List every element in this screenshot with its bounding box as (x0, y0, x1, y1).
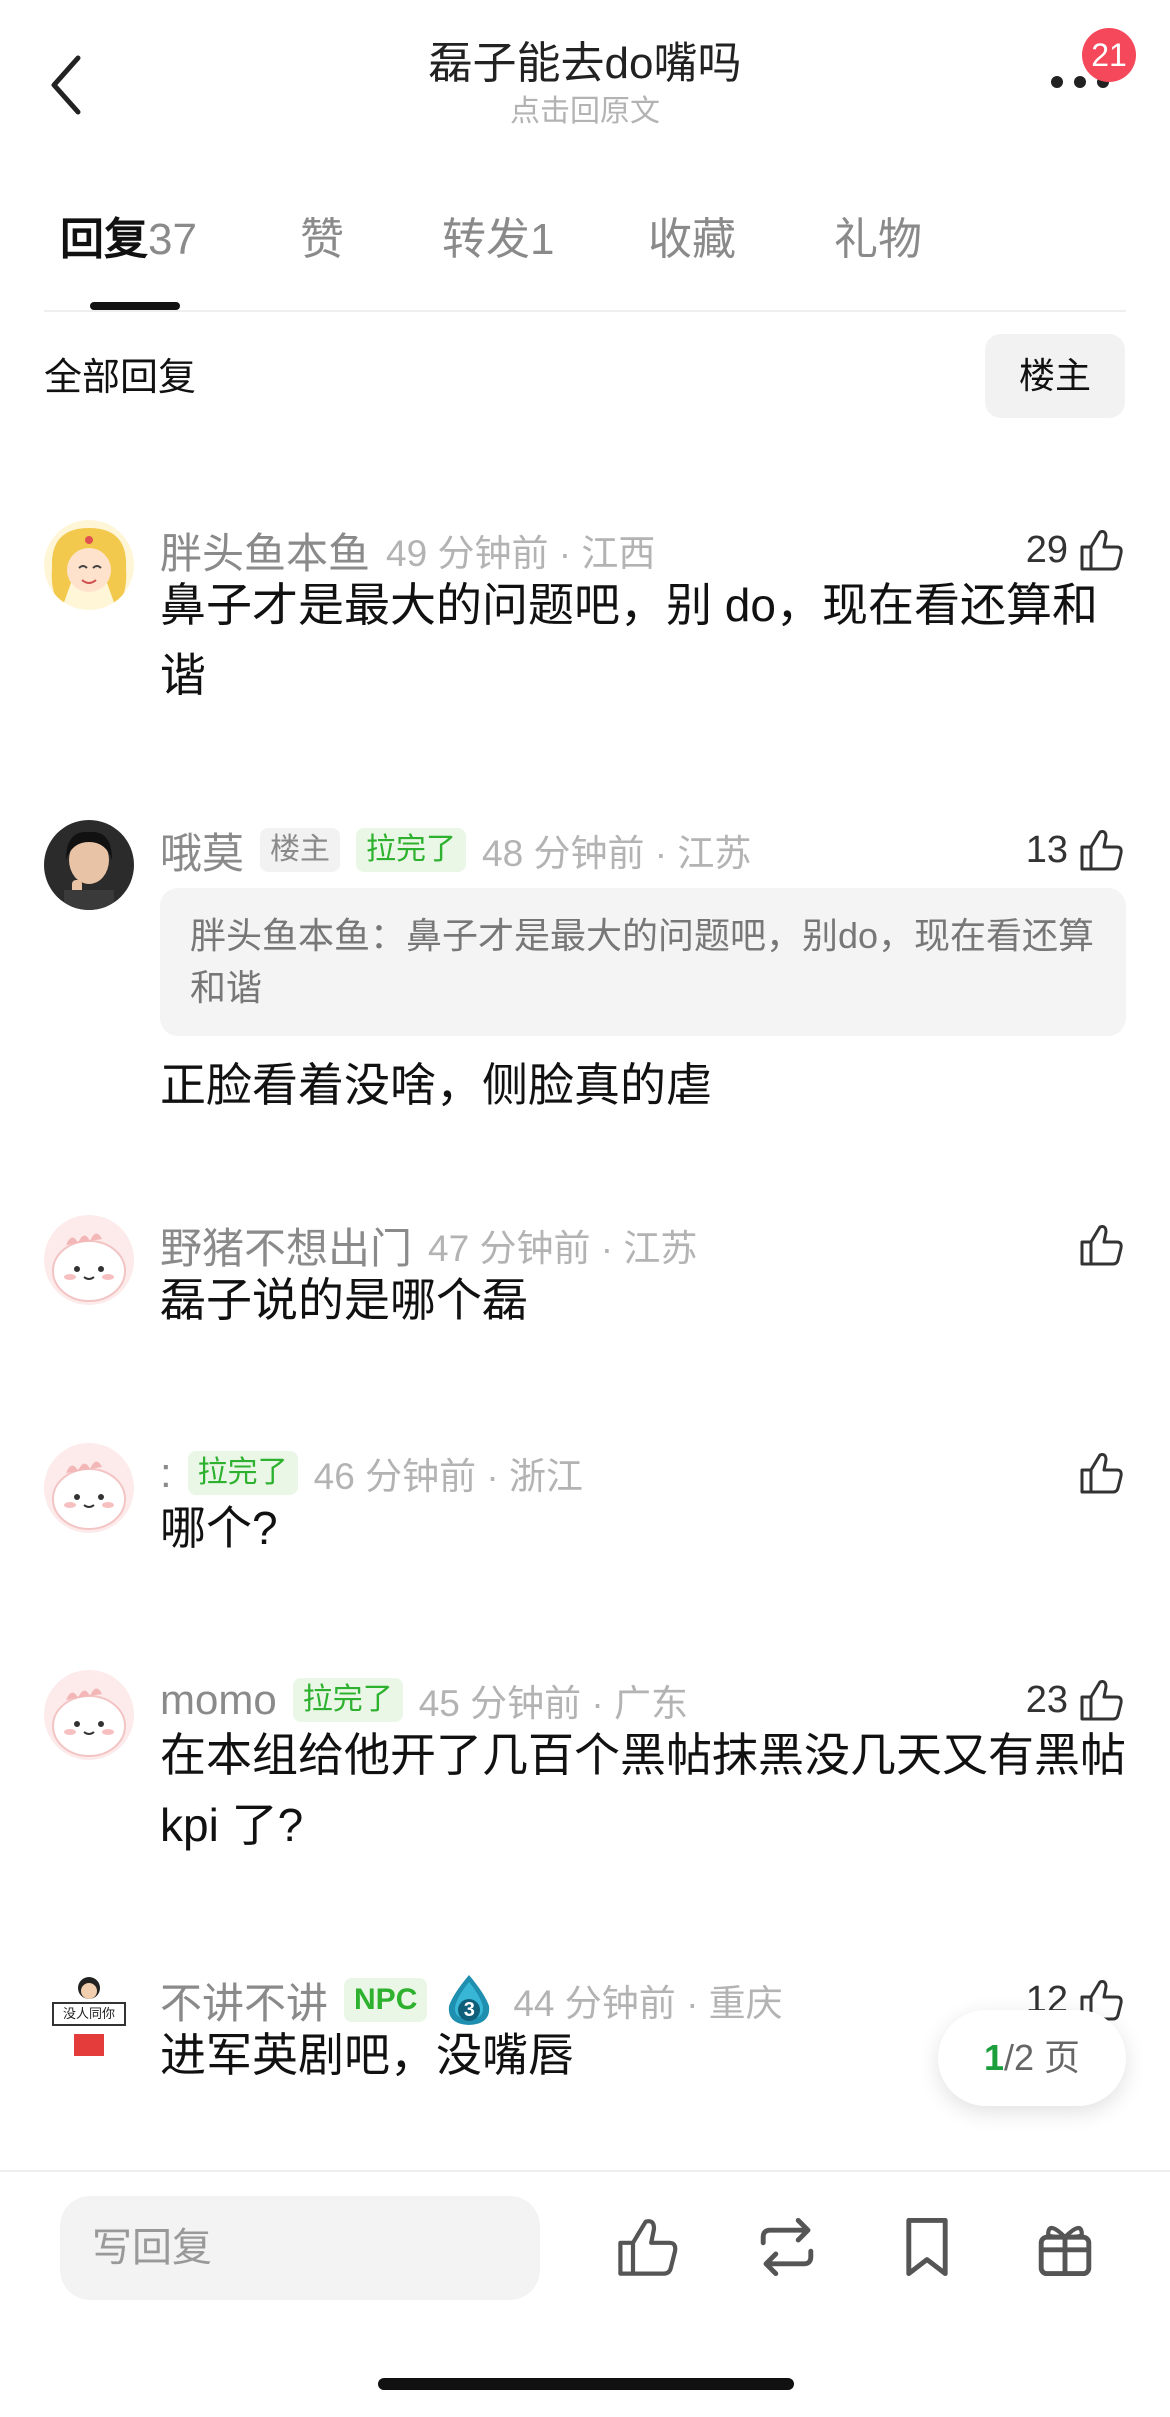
tab-replies[interactable]: 回复37 (60, 210, 197, 270)
current-page: 1 (983, 2037, 1004, 2078)
avatar[interactable] (44, 520, 134, 610)
like-button[interactable]: 13 (1026, 820, 1126, 880)
level-number: 3 (463, 1999, 475, 2021)
tab-label: 礼物 (834, 215, 922, 264)
user-tag-badge: 拉完了 (292, 1678, 403, 1722)
avatar[interactable]: 没人同你 (44, 1970, 134, 2060)
thumbs-up-icon (1080, 1453, 1123, 1494)
comment-time-location: 46 分钟前 · 浙江 (313, 1456, 583, 1497)
tab-likes[interactable]: 赞 (300, 210, 344, 270)
comment-time-location: 45 分钟前 · 广东 (418, 1683, 689, 1724)
top-nav-bar: 磊子能去do嘴吗 点击回原文 21 (0, 0, 1170, 150)
like-count: 13 (1025, 828, 1068, 871)
bookmark-icon[interactable] (892, 2212, 962, 2282)
page-title: 磊子能去do嘴吗 (428, 39, 742, 88)
active-tab-indicator (90, 302, 180, 310)
user-tag-badge: 拉完了 (356, 828, 467, 872)
tab-label: 赞 (300, 215, 344, 264)
comment-text: 磊子说的是哪个磊 (160, 1274, 528, 1326)
tab-favorites[interactable]: 收藏 (648, 210, 736, 270)
avatar[interactable] (44, 1215, 134, 1305)
page-indicator[interactable]: 1/2 页 (938, 2010, 1126, 2106)
commenter-name[interactable]: momo (160, 1676, 277, 1724)
tab-label: 收藏 (648, 215, 736, 264)
op-badge: 楼主 (260, 828, 341, 872)
tab-label: 转发 (442, 215, 530, 264)
thumbs-up-icon (1080, 1225, 1123, 1266)
notification-badge: 21 (1082, 28, 1136, 82)
tab-bar: 回复37 赞 转发1 收藏 礼物 (0, 190, 1170, 310)
tab-reposts[interactable]: 转发1 (442, 210, 554, 270)
reply-input[interactable]: 写回复 (60, 2196, 540, 2300)
bottom-bar-divider (0, 2170, 1170, 2172)
op-only-filter-button[interactable]: 楼主 (985, 334, 1125, 418)
comment-text: 哪个? (160, 1502, 278, 1554)
thumbs-up-icon (1080, 1680, 1123, 1721)
avatar-sign-text: 没人同你 (52, 2002, 126, 2026)
avatar[interactable] (44, 820, 134, 910)
repost-icon[interactable] (752, 2212, 822, 2282)
comment-text: 鼻子才是最大的问题吧，别 do，现在看还算和谐 (160, 579, 1098, 701)
tab-gifts[interactable]: 礼物 (834, 210, 922, 270)
tab-count: 37 (148, 215, 197, 264)
back-arrow-icon[interactable] (44, 50, 88, 120)
comment-time-location: 47 分钟前 · 江苏 (428, 1228, 698, 1269)
npc-badge: NPC (344, 1978, 428, 2022)
like-count: 29 (1025, 528, 1068, 571)
gift-icon[interactable] (1030, 2212, 1100, 2282)
commenter-name[interactable]: : (160, 1449, 172, 1497)
comment-time-location: 49 分钟前 · 江西 (386, 533, 656, 574)
avatar[interactable] (44, 1443, 134, 1533)
comment-time-location: 48 分钟前 · 江苏 (482, 833, 752, 874)
tab-divider (44, 310, 1126, 312)
commenter-name[interactable]: 哦莫 (160, 820, 244, 881)
back-to-original-link[interactable]: 点击回原文 (285, 92, 885, 132)
all-replies-filter[interactable]: 全部回复 (44, 350, 196, 406)
thumbs-up-icon (1080, 530, 1123, 571)
like-post-icon[interactable] (612, 2212, 682, 2282)
home-indicator[interactable] (378, 2378, 794, 2390)
like-count: 23 (1025, 1678, 1068, 1721)
user-tag-badge: 拉完了 (187, 1451, 298, 1495)
post-title-button[interactable]: 磊子能去do嘴吗 点击回原文 (285, 36, 885, 132)
avatar[interactable] (44, 1670, 134, 1760)
comment-time-location: 44 分钟前 · 重庆 (513, 1983, 783, 2024)
quoted-reply[interactable]: 胖头鱼本鱼：鼻子才是最大的问题吧，别do，现在看还算和谐 (160, 888, 1126, 1036)
tab-count: 1 (530, 215, 555, 264)
comment-text: 在本组给他开了几百个黑帖抹黑没几天又有黑帖 kpi 了? (160, 1729, 1126, 1851)
comment-text: 正脸看着没啥，侧脸真的虐 (160, 1059, 712, 1111)
thumbs-up-icon (1080, 830, 1123, 871)
tab-label: 回复 (60, 215, 148, 264)
total-pages: /2 页 (1004, 2037, 1081, 2078)
